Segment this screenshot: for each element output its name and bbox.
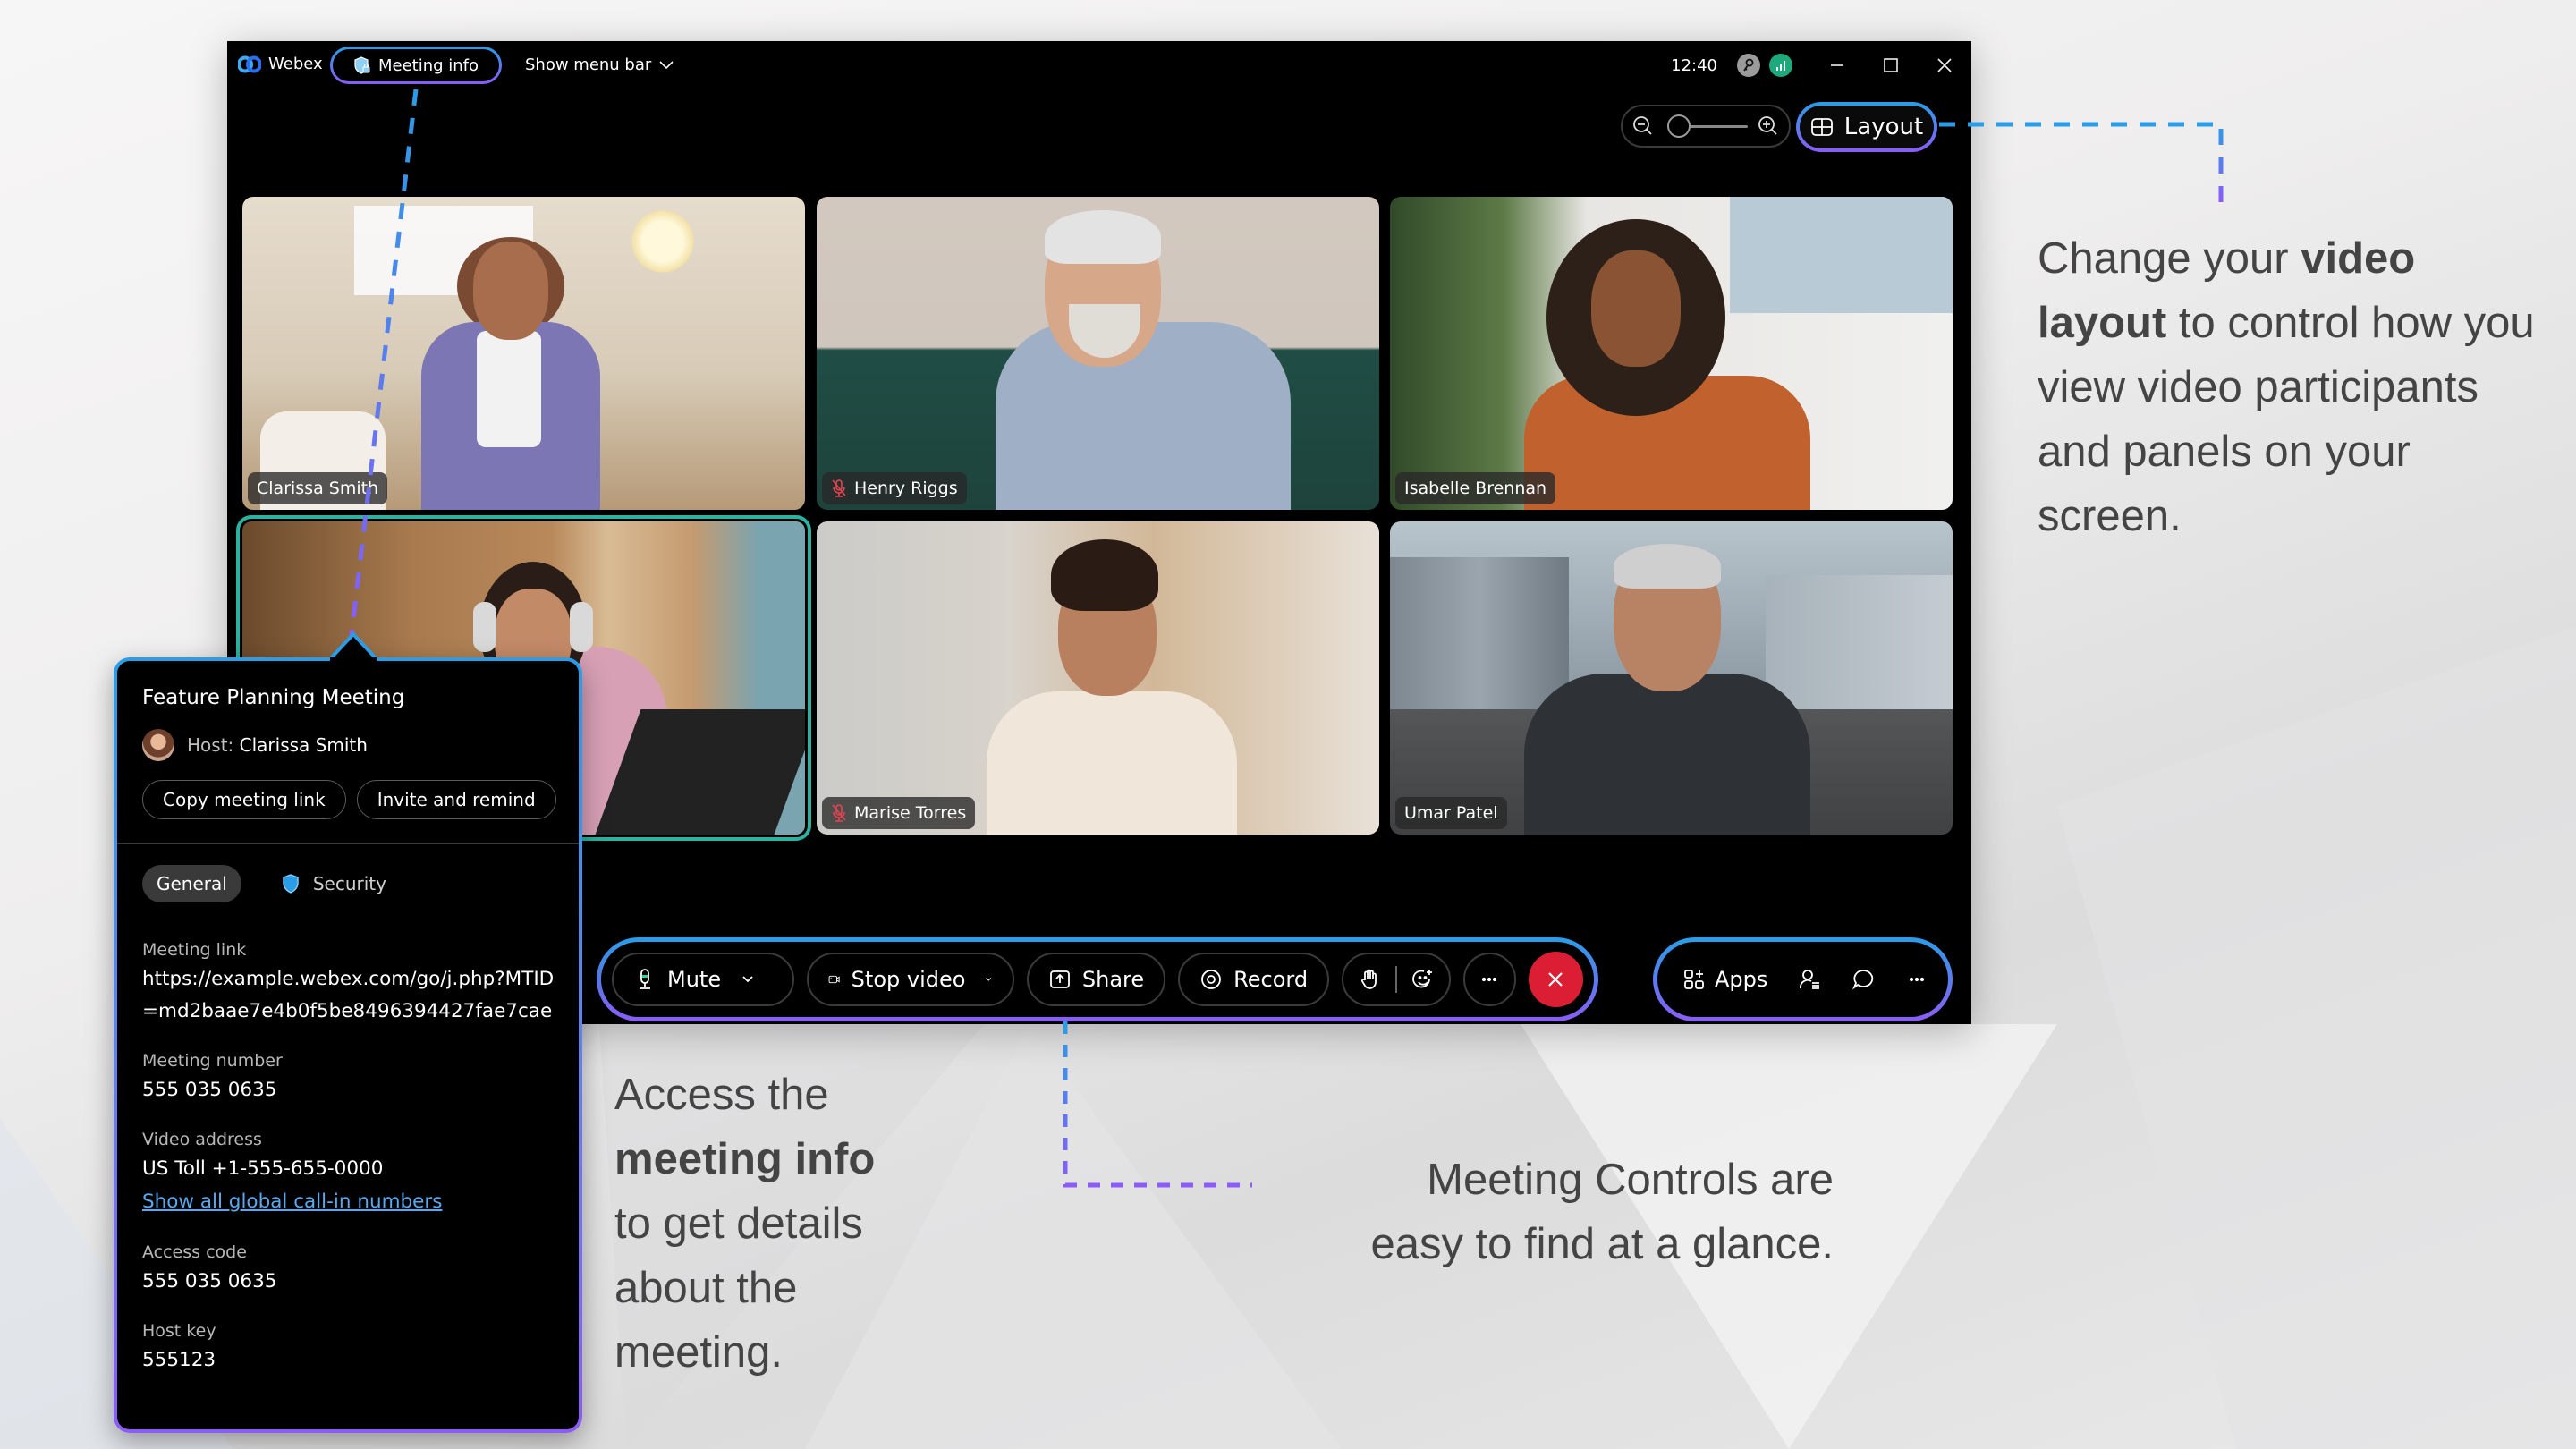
layout-button[interactable]: Layout bbox=[1796, 102, 1937, 152]
copy-meeting-link-button[interactable]: Copy meeting link bbox=[142, 780, 346, 819]
maximize-button[interactable] bbox=[1864, 41, 1918, 89]
video-tile[interactable]: Umar Patel bbox=[1390, 521, 1953, 835]
main-controls-connector bbox=[1063, 1021, 1252, 1188]
info-tabs: General Security bbox=[142, 865, 401, 902]
host-key-label: Host key bbox=[142, 1321, 216, 1341]
meeting-time: 12:40 bbox=[1671, 55, 1717, 75]
webex-logo-icon bbox=[238, 55, 261, 72]
shield-icon bbox=[283, 874, 299, 894]
record-button[interactable]: Record bbox=[1178, 953, 1330, 1006]
show-menu-label: Show menu bar bbox=[525, 55, 652, 74]
host-row: Host: Clarissa Smith bbox=[142, 729, 368, 761]
network-badge[interactable] bbox=[1769, 54, 1792, 77]
chevron-down-icon[interactable] bbox=[741, 972, 755, 987]
record-icon bbox=[1201, 970, 1222, 989]
meeting-info-annotation: Access the meeting info to get details a… bbox=[614, 1071, 876, 1377]
meeting-link-value: https://example.webex.com/go/j.php?MTID=… bbox=[142, 968, 555, 1022]
participant-name-tag: Clarissa Smith bbox=[248, 472, 388, 504]
layout-annotation: Change your video layout to control how … bbox=[2038, 234, 2535, 540]
meeting-controls-bar: Mute Stop video Share Record bbox=[597, 937, 1598, 1021]
video-tile[interactable]: Clarissa Smith bbox=[242, 197, 805, 510]
mute-button[interactable]: Mute bbox=[612, 953, 794, 1006]
stop-video-button[interactable]: Stop video bbox=[806, 953, 1014, 1006]
video-address-value: US Toll +1-555-655-0000 bbox=[142, 1157, 384, 1180]
muted-mic-icon bbox=[832, 479, 846, 497]
shield-lock-icon bbox=[354, 56, 370, 74]
chat-bubble-icon bbox=[1852, 970, 1874, 990]
more-panels-button[interactable] bbox=[1893, 953, 1941, 1006]
add-reaction-icon[interactable] bbox=[1411, 968, 1435, 991]
participant-name-tag: Umar Patel bbox=[1395, 797, 1507, 829]
host-name: Clarissa Smith bbox=[239, 734, 368, 756]
host-avatar bbox=[142, 729, 174, 761]
show-menu-bar-button[interactable]: Show menu bar bbox=[525, 55, 674, 74]
chat-button[interactable] bbox=[1839, 953, 1887, 1006]
close-icon bbox=[1937, 58, 1952, 72]
more-horizontal-icon bbox=[1482, 977, 1497, 982]
zoom-out-icon[interactable] bbox=[1631, 114, 1655, 138]
participant-name-tag: Henry Riggs bbox=[822, 472, 967, 504]
meeting-title: Feature Planning Meeting bbox=[142, 686, 405, 709]
invite-and-remind-button[interactable]: Invite and remind bbox=[356, 780, 556, 819]
video-tile[interactable]: Marise Torres bbox=[817, 521, 1379, 835]
webex-logo: Webex bbox=[238, 55, 323, 73]
muted-mic-icon bbox=[832, 804, 846, 822]
meeting-info-button[interactable]: Meeting info bbox=[330, 47, 502, 84]
reactions-group bbox=[1342, 953, 1451, 1006]
apps-button[interactable]: Apps bbox=[1670, 953, 1780, 1006]
participant-name-tag: Marise Torres bbox=[822, 797, 976, 829]
key-icon bbox=[1743, 58, 1754, 72]
close-window-button[interactable] bbox=[1918, 41, 1971, 89]
host-key-value: 555123 bbox=[142, 1349, 216, 1371]
more-options-button[interactable] bbox=[1462, 953, 1516, 1006]
video-zoom-control bbox=[1621, 105, 1791, 148]
zoom-in-icon[interactable] bbox=[1757, 114, 1780, 138]
meeting-number-value: 555 035 0635 bbox=[142, 1079, 277, 1101]
host-prefix: Host: bbox=[187, 734, 234, 756]
controls-annotation: Meeting Controls are easy to find at a g… bbox=[1370, 1156, 1834, 1268]
microphone-icon bbox=[640, 969, 650, 989]
key-badge[interactable] bbox=[1737, 54, 1760, 77]
video-tile[interactable]: Henry Riggs bbox=[817, 197, 1379, 510]
access-code-value: 555 035 0635 bbox=[142, 1270, 277, 1292]
minimize-button[interactable] bbox=[1810, 41, 1864, 89]
share-button[interactable]: Share bbox=[1026, 953, 1166, 1006]
video-tile[interactable]: Isabelle Brennan bbox=[1390, 197, 1953, 510]
share-screen-icon bbox=[1049, 970, 1070, 988]
video-address-label: Video address bbox=[142, 1130, 262, 1149]
close-icon bbox=[1548, 972, 1563, 987]
title-bar: Webex Meeting info Show menu bar 12:40 bbox=[227, 41, 1971, 89]
app-name: Webex bbox=[268, 55, 323, 73]
chevron-down-icon[interactable] bbox=[985, 972, 992, 987]
layout-label: Layout bbox=[1843, 114, 1924, 140]
access-code-label: Access code bbox=[142, 1242, 247, 1262]
panel-controls-bar: Apps bbox=[1653, 937, 1953, 1021]
meeting-info-panel: Feature Planning Meeting Host: Clarissa … bbox=[114, 632, 582, 1433]
layout-grid-icon bbox=[1810, 118, 1833, 136]
apps-icon bbox=[1684, 970, 1704, 989]
divider bbox=[117, 843, 579, 844]
participant-name-tag: Isabelle Brennan bbox=[1395, 472, 1556, 504]
tab-general[interactable]: General bbox=[142, 865, 242, 902]
global-call-in-numbers-link[interactable]: Show all global call-in numbers bbox=[142, 1185, 563, 1219]
zoom-slider[interactable] bbox=[1660, 114, 1751, 138]
tab-security[interactable]: Security bbox=[267, 865, 401, 902]
chevron-down-icon bbox=[659, 60, 674, 69]
meeting-number-label: Meeting number bbox=[142, 1051, 283, 1071]
raise-hand-icon[interactable] bbox=[1358, 968, 1381, 991]
panel-pointer bbox=[328, 632, 378, 661]
layout-connector bbox=[1939, 122, 2224, 202]
minimize-icon bbox=[1831, 64, 1843, 66]
video-camera-icon bbox=[828, 975, 840, 984]
divider bbox=[1395, 966, 1397, 993]
more-horizontal-icon bbox=[1910, 977, 1925, 982]
meeting-info-label: Meeting info bbox=[377, 55, 479, 75]
meeting-link-label: Meeting link bbox=[142, 940, 247, 960]
participants-panel-button[interactable] bbox=[1785, 953, 1834, 1006]
participants-list-icon bbox=[1800, 970, 1820, 989]
end-meeting-button[interactable] bbox=[1528, 952, 1583, 1007]
signal-strength-icon bbox=[1776, 61, 1785, 71]
zoom-slider-knob[interactable] bbox=[1666, 114, 1690, 138]
maximize-icon bbox=[1884, 58, 1898, 72]
